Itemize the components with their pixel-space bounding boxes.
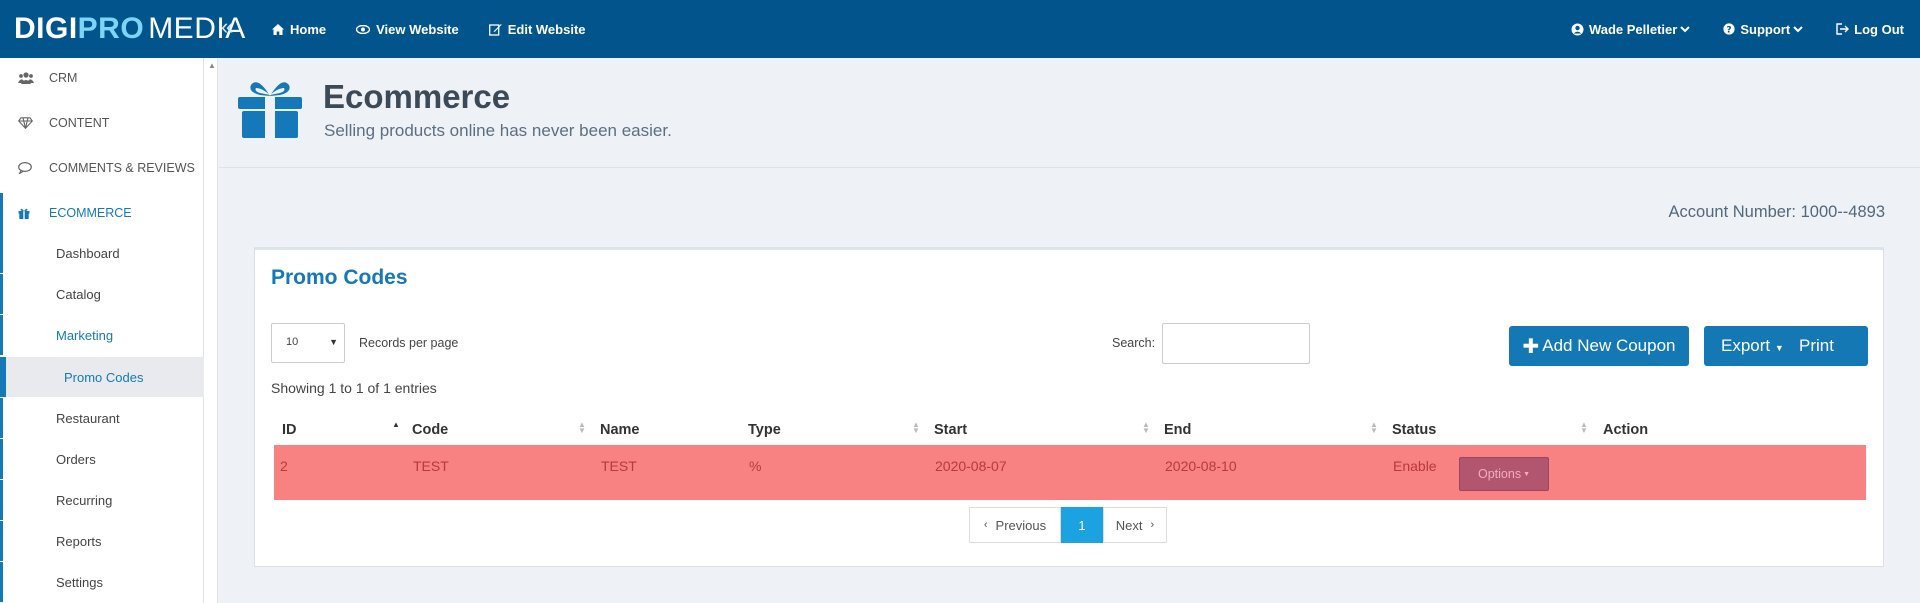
sidebar-item-ecommerce[interactable]: ECOMMERCE	[0, 193, 204, 233]
page-header: Ecommerce Selling products online has ne…	[219, 58, 1920, 168]
options-button[interactable]: Options ▼	[1459, 457, 1549, 491]
column-header-status[interactable]: Status	[1392, 422, 1436, 438]
nav-edit-website[interactable]: Edit Website	[488, 22, 586, 37]
chevron-down-icon	[1680, 25, 1691, 32]
gift-icon	[238, 82, 302, 138]
eye-icon	[356, 24, 371, 34]
sidebar-item-comments-reviews[interactable]: COMMENTS & REVIEWS	[0, 148, 204, 188]
cell-end: 2020-08-10	[1165, 458, 1237, 474]
brand-logo[interactable]: DIGI PRO MEDIA	[14, 9, 246, 49]
column-header-code[interactable]: Code	[412, 422, 448, 438]
cell-type: %	[749, 458, 762, 474]
table-row[interactable]: 2 TEST TEST % 2020-08-07 2020-08-10 Enab…	[274, 445, 1866, 500]
records-per-page-label: Records per page	[359, 336, 459, 350]
sidebar-sub-recurring[interactable]: Recurring	[0, 480, 204, 520]
user-menu[interactable]: Wade Pelletier	[1571, 22, 1695, 37]
sort-icon[interactable]: ▲ ▼	[578, 421, 586, 435]
caret-down-icon: ▼	[1774, 343, 1784, 353]
sidebar-scrollbar[interactable]: ▲	[204, 58, 218, 603]
plus-icon: ✚	[1522, 335, 1540, 358]
caret-down-icon: ▼	[329, 337, 338, 347]
comment-icon	[18, 162, 32, 174]
sort-asc-icon[interactable]: ▲	[392, 421, 400, 429]
sidebar-sub-orders[interactable]: Orders	[0, 439, 204, 479]
cell-id: 2	[280, 458, 288, 474]
home-icon	[272, 23, 284, 35]
sidebar-sub-dashboard[interactable]: Dashboard	[0, 233, 204, 273]
scroll-up-icon[interactable]: ▲	[208, 61, 216, 70]
cell-code: TEST	[413, 458, 449, 474]
sort-icon[interactable]: ▲ ▼	[1580, 421, 1588, 435]
caret-down-icon: ▼	[1523, 470, 1531, 478]
pagination: ‹ Previous 1 Next ›	[969, 507, 1167, 543]
print-button[interactable]: Print	[1799, 336, 1834, 356]
question-circle-icon: ?	[1723, 23, 1735, 35]
diamond-icon	[18, 117, 33, 129]
records-per-page-select[interactable]: 10 ▼	[271, 323, 345, 363]
add-new-coupon-button[interactable]: ✚ Add New Coupon	[1509, 326, 1689, 366]
collapse-sidebar-icon[interactable]: «	[221, 14, 233, 40]
sidebar-sub-reports[interactable]: Reports	[0, 521, 204, 561]
top-navbar: DIGI PRO MEDIA « Home View Website Edit We…	[0, 0, 1920, 58]
page-1-button[interactable]: 1	[1061, 507, 1103, 543]
column-header-id[interactable]: ID	[282, 422, 297, 438]
users-icon	[18, 72, 34, 84]
gift-icon	[18, 208, 30, 219]
entries-info: Showing 1 to 1 of 1 entries	[271, 380, 437, 396]
column-header-type[interactable]: Type	[748, 422, 781, 438]
sign-out-icon	[1836, 23, 1850, 35]
account-number: Account Number: 1000--4893	[1668, 203, 1885, 221]
sort-icon[interactable]: ▲ ▼	[1142, 421, 1150, 435]
column-header-name[interactable]: Name	[600, 422, 640, 438]
logout-link[interactable]: Log Out	[1836, 22, 1904, 37]
cell-start: 2020-08-07	[935, 458, 1007, 474]
sidebar-sub-settings[interactable]: Settings	[0, 562, 204, 602]
nav-home[interactable]: Home	[272, 22, 326, 37]
export-print-group: Export ▼ Print	[1704, 326, 1868, 366]
chevron-down-icon	[1793, 25, 1803, 32]
cell-status: Enable	[1393, 458, 1437, 474]
sidebar-item-content[interactable]: CONTENT	[0, 103, 204, 143]
sidebar-sub-promo-codes[interactable]: Promo Codes	[0, 357, 204, 397]
page-subtitle: Selling products online has never been e…	[324, 121, 672, 140]
next-page-button[interactable]: Next ›	[1103, 507, 1167, 543]
search-label: Search:	[1112, 336, 1156, 350]
column-header-end[interactable]: End	[1164, 422, 1191, 438]
edit-icon	[488, 23, 502, 36]
svg-text:?: ?	[1727, 25, 1732, 35]
sort-icon[interactable]: ▲ ▼	[912, 421, 920, 435]
cell-name: TEST	[601, 458, 637, 474]
sidebar-item-crm[interactable]: CRM	[0, 58, 204, 98]
panel-title: Promo Codes	[271, 266, 408, 289]
user-circle-icon	[1571, 23, 1584, 35]
column-header-action: Action	[1603, 422, 1649, 438]
nav-view-website[interactable]: View Website	[356, 22, 459, 37]
previous-page-button[interactable]: ‹ Previous	[969, 507, 1061, 543]
sidebar-sub-marketing[interactable]: Marketing	[0, 315, 204, 355]
page-title: Ecommerce	[323, 78, 511, 115]
support-menu[interactable]: ? Support	[1723, 22, 1808, 37]
sidebar-sub-catalog[interactable]: Catalog	[0, 274, 204, 314]
sort-icon[interactable]: ▲ ▼	[1370, 421, 1378, 435]
chevron-left-icon: ‹	[983, 519, 988, 531]
table-header: ID ▲ Code ▲ ▼ Name Type ▲ ▼ Start ▲ ▼ End ▲…	[274, 415, 1866, 445]
export-button[interactable]: Export ▼	[1721, 336, 1784, 356]
search-input[interactable]	[1162, 323, 1310, 364]
promo-codes-panel: Promo Codes 10 ▼ Records per page Search…	[254, 247, 1884, 567]
sidebar: CRM CONTENT COMMENTS & REVIEWS ECOMMERCE…	[0, 58, 204, 603]
column-header-start[interactable]: Start	[934, 422, 967, 438]
sidebar-sub-restaurant[interactable]: Restaurant	[0, 398, 204, 438]
chevron-right-icon: ›	[1150, 519, 1155, 531]
